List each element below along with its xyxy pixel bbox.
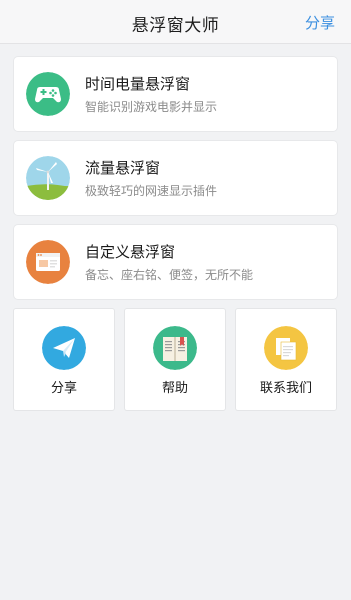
contact-us-tile[interactable]: 联系我们 [236,309,336,410]
tile-label: 帮助 [161,381,188,396]
app-header: 悬浮窗大师 分享 [0,0,351,44]
card-description: 智能识别游戏电影并显示 [85,100,218,114]
paper-plane-icon [42,326,86,370]
page-title: 悬浮窗大师 [131,16,220,36]
card-time-battery[interactable]: 时间电量悬浮窗 智能识别游戏电影并显示 [14,57,337,131]
card-description: 备忘、座右铭、便签，无所不能 [85,268,254,282]
card-custom[interactable]: 自定义悬浮窗 备忘、座右铭、便签，无所不能 [14,225,337,299]
tile-label: 分享 [50,381,77,396]
gamepad-icon [26,72,70,116]
documents-icon [264,326,308,370]
share-button[interactable]: 分享 [305,12,335,33]
book-icon [153,326,197,370]
tile-label: 联系我们 [259,381,312,396]
card-description: 极致轻巧的网速显示插件 [85,184,218,198]
browser-window-icon [26,240,70,284]
card-traffic[interactable]: 流量悬浮窗 极致轻巧的网速显示插件 [14,141,337,215]
card-title: 时间电量悬浮窗 [85,75,191,93]
card-title: 自定义悬浮窗 [85,243,176,261]
windmill-icon [26,156,70,200]
card-title: 流量悬浮窗 [85,159,161,177]
help-tile[interactable]: 帮助 [125,309,225,410]
share-tile[interactable]: 分享 [14,309,114,410]
